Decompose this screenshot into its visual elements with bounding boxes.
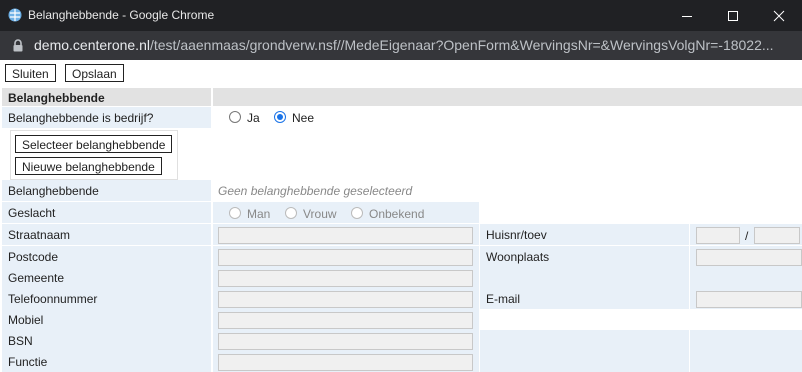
postcode-label: Postcode: [2, 246, 211, 267]
geslacht-onbekend-radio[interactable]: [351, 207, 363, 219]
straatnaam-input[interactable]: [218, 227, 473, 244]
woonplaats-label: Woonplaats: [480, 246, 689, 267]
straatnaam-label: Straatnaam: [2, 224, 211, 245]
close-button[interactable]: Sluiten: [5, 64, 56, 82]
new-belanghebbende-button[interactable]: Nieuwe belanghebbende: [15, 157, 162, 175]
belanghebbende-value: Geen belanghebbende geselecteerd: [218, 184, 413, 198]
huisnr-separator: /: [745, 229, 749, 243]
email-input[interactable]: [696, 291, 802, 308]
url-host: demo.centerone.nl: [34, 37, 150, 53]
url-text: demo.centerone.nl/test/aaenmaas/grondver…: [34, 37, 774, 53]
postcode-input[interactable]: [218, 249, 473, 266]
window-titlebar: Belanghebbende - Google Chrome: [0, 0, 802, 31]
woonplaats-input[interactable]: [696, 249, 802, 266]
url-path: /test/aaenmaas/grondverw.nsf//MedeEigena…: [149, 37, 774, 53]
geslacht-label: Geslacht: [2, 202, 211, 223]
minimize-button[interactable]: [664, 0, 710, 31]
maximize-button[interactable]: [710, 0, 756, 31]
gemeente-input[interactable]: [218, 270, 473, 287]
bedrijf-nee-radio[interactable]: [274, 111, 286, 123]
bsn-empty-cell: [480, 330, 689, 351]
functie-label: Functie: [2, 351, 211, 372]
close-icon: [773, 10, 785, 21]
functie-input[interactable]: [218, 354, 473, 371]
belanghebbende-label: Belanghebbende: [2, 180, 211, 201]
gemeente-label: Gemeente: [2, 267, 211, 288]
lock-icon: [13, 39, 23, 52]
select-belanghebbende-button[interactable]: Selecteer belanghebbende: [15, 135, 173, 153]
huisnr-label: Huisnr/toev: [480, 224, 689, 245]
huisnr-input[interactable]: [696, 227, 740, 244]
email-label: E-mail: [480, 288, 689, 309]
toevoeging-input[interactable]: [754, 227, 800, 244]
geslacht-vrouw-radio[interactable]: [285, 207, 297, 219]
telefoon-input[interactable]: [218, 291, 473, 308]
address-bar[interactable]: demo.centerone.nl/test/aaenmaas/grondver…: [0, 31, 802, 60]
bedrijf-nee-label: Nee: [292, 111, 315, 125]
form-content: Sluiten Opslaan Belanghebbende Belangheb…: [0, 60, 802, 372]
bedrijf-ja-label: Ja: [247, 111, 260, 125]
geslacht-vrouw-label: Vrouw: [303, 207, 337, 221]
save-button[interactable]: Opslaan: [65, 64, 124, 82]
bsn-empty-cell-2: [690, 330, 802, 351]
gemeente-empty-cell-2: [690, 267, 802, 288]
close-window-button[interactable]: [756, 0, 802, 31]
section-title: Belanghebbende: [2, 88, 211, 106]
geslacht-man-label: Man: [247, 207, 271, 221]
section-header-bar: [213, 88, 802, 106]
app-icon: [8, 8, 22, 22]
bedrijf-ja-radio[interactable]: [229, 111, 241, 123]
minimize-icon: [682, 15, 692, 17]
window-title: Belanghebbende - Google Chrome: [28, 8, 215, 22]
mobiel-input[interactable]: [218, 312, 473, 329]
maximize-icon: [728, 10, 738, 21]
bedrijf-label: Belanghebbende is bedrijf?: [2, 107, 211, 128]
functie-empty-cell-2: [690, 351, 802, 372]
gemeente-empty-cell: [480, 267, 689, 288]
geslacht-man-radio[interactable]: [229, 207, 241, 219]
bsn-input[interactable]: [218, 333, 473, 350]
telefoon-label: Telefoonnummer: [2, 288, 211, 309]
functie-empty-cell: [480, 351, 689, 372]
geslacht-onbekend-label: Onbekend: [369, 207, 425, 221]
mobiel-label: Mobiel: [2, 309, 211, 330]
bsn-label: BSN: [2, 330, 211, 351]
